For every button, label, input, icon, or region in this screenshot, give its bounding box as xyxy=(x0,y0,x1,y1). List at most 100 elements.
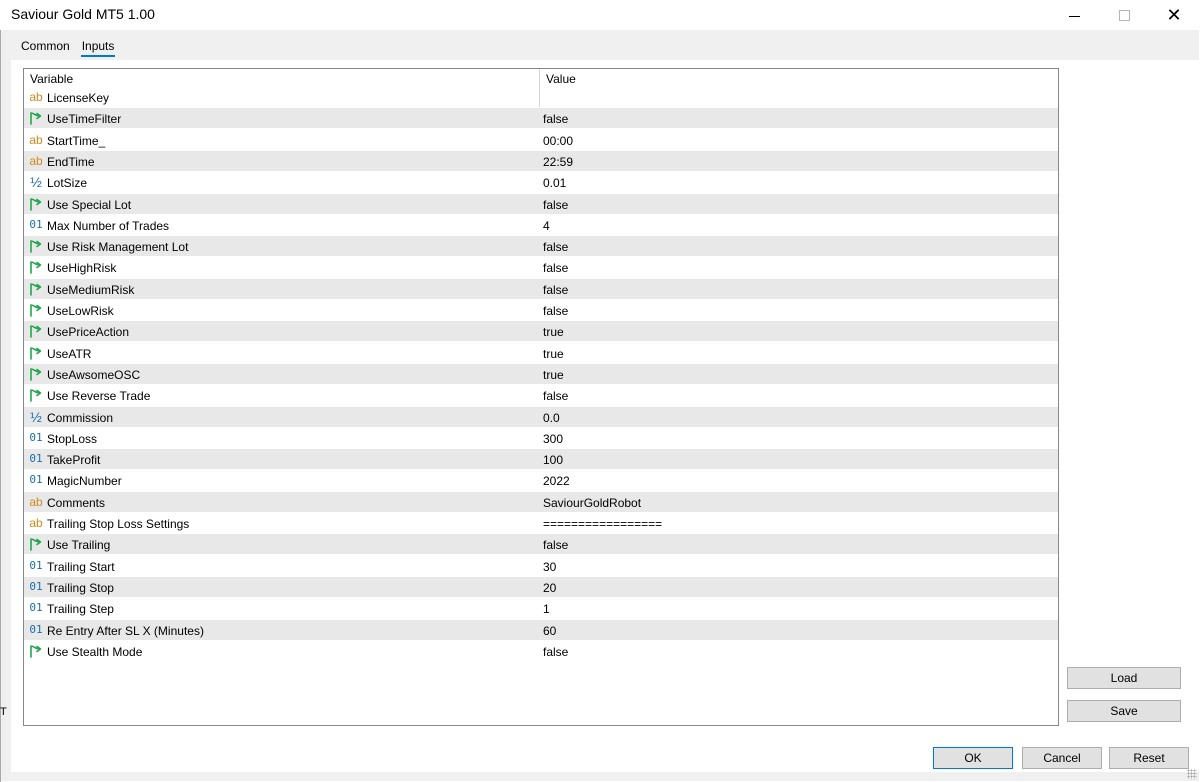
integer-type-icon: 01 xyxy=(29,601,43,615)
table-row[interactable]: 01 Trailing Start 30 xyxy=(24,556,1058,577)
table-row[interactable]: UseATR true xyxy=(24,343,1058,364)
table-row[interactable]: ½ LotSize 0.01 xyxy=(24,172,1058,194)
table-row[interactable]: UseHighRisk false xyxy=(24,257,1058,279)
variable-value[interactable]: 0.01 xyxy=(543,176,566,190)
variable-value[interactable]: 300 xyxy=(543,432,563,446)
integer-type-icon: 01 xyxy=(29,217,43,231)
table-row[interactable]: UseTimeFilter false xyxy=(24,108,1058,130)
bool-type-icon xyxy=(28,302,44,318)
variable-value[interactable]: 0.0 xyxy=(543,411,560,425)
close-button[interactable]: ✕ xyxy=(1151,0,1197,30)
variable-name: UsePriceAction xyxy=(47,325,130,340)
table-row[interactable]: 01 Re Entry After SL X (Minutes) 60 xyxy=(24,619,1058,641)
variable-name: UseATR xyxy=(47,346,92,361)
variable-name: Use Reverse Trade xyxy=(47,389,151,404)
variable-name: UseMediumRisk xyxy=(47,282,135,297)
variable-value[interactable]: false xyxy=(543,112,568,126)
variable-name: Use Special Lot xyxy=(47,197,132,212)
table-row[interactable]: 01 StopLoss 300 xyxy=(24,428,1058,449)
variable-value[interactable]: false xyxy=(543,538,568,552)
variable-value[interactable]: 60 xyxy=(543,624,556,638)
table-row[interactable]: Use Reverse Trade false xyxy=(24,385,1058,407)
inputs-grid[interactable]: Variable Value ab LicenseKey UseTimeFilter… xyxy=(23,68,1059,726)
variable-value[interactable]: false xyxy=(543,389,568,403)
variable-value[interactable]: false xyxy=(543,198,568,212)
table-row[interactable]: Use Trailing false xyxy=(24,534,1058,556)
variable-name: TakeProfit xyxy=(47,453,101,468)
variable-value[interactable]: 00:00 xyxy=(543,134,573,148)
integer-type-icon: 01 xyxy=(29,558,43,572)
minimize-button[interactable] xyxy=(1051,0,1097,30)
table-row[interactable]: Use Stealth Mode false xyxy=(24,641,1058,662)
table-row[interactable]: 01 Trailing Stop 20 xyxy=(24,576,1058,598)
variable-name: Use Risk Management Lot xyxy=(47,240,189,255)
window-title: Saviour Gold MT5 1.00 xyxy=(11,6,155,22)
table-row[interactable]: Use Special Lot false xyxy=(24,193,1058,215)
cancel-button[interactable]: Cancel xyxy=(1022,747,1102,769)
variable-value[interactable]: SaviourGoldRobot xyxy=(543,496,641,510)
variable-name: Comments xyxy=(47,495,106,510)
variable-value[interactable]: 4 xyxy=(543,219,550,233)
string-type-icon: ab xyxy=(29,153,43,168)
variable-value[interactable]: 1 xyxy=(543,602,550,616)
variable-value[interactable]: true xyxy=(543,347,564,361)
table-row[interactable]: ab Comments SaviourGoldRobot xyxy=(24,491,1058,513)
table-row[interactable]: UseAwsomeOSC true xyxy=(24,363,1058,385)
variable-name: Trailing Step xyxy=(47,602,114,617)
table-row[interactable]: ab StartTime_ 00:00 xyxy=(24,130,1058,151)
variable-value[interactable]: false xyxy=(543,283,568,297)
table-row[interactable]: UsePriceAction true xyxy=(24,321,1058,343)
variable-value[interactable]: 100 xyxy=(543,453,563,467)
table-row[interactable]: 01 MagicNumber 2022 xyxy=(24,470,1058,492)
table-row[interactable]: ½ Commission 0.0 xyxy=(24,406,1058,428)
variable-name: Trailing Stop xyxy=(47,580,114,595)
table-row[interactable]: Use Risk Management Lot false xyxy=(24,236,1058,258)
background-window-fragment: T xyxy=(0,706,7,718)
save-button[interactable]: Save xyxy=(1067,700,1181,722)
variable-value[interactable]: 30 xyxy=(543,560,556,574)
close-icon: ✕ xyxy=(1166,5,1182,25)
variable-name: Re Entry After SL X (Minutes) xyxy=(47,623,204,638)
variable-value[interactable]: false xyxy=(543,645,568,659)
variable-value[interactable]: true xyxy=(543,368,564,382)
variable-column-header[interactable]: Variable xyxy=(30,72,73,86)
variable-value[interactable]: 22:59 xyxy=(543,155,573,169)
variable-name: UseTimeFilter xyxy=(47,112,122,127)
table-row[interactable]: 01 Max Number of Trades 4 xyxy=(24,215,1058,236)
table-row[interactable]: ab LicenseKey xyxy=(24,87,1058,108)
bool-type-icon xyxy=(28,643,44,659)
minimize-icon xyxy=(1068,15,1080,17)
variable-value[interactable]: false xyxy=(543,304,568,318)
table-row[interactable]: ab EndTime 22:59 xyxy=(24,150,1058,172)
ok-button[interactable]: OK xyxy=(933,747,1013,769)
tab-common[interactable]: Common xyxy=(15,38,76,58)
variable-name: MagicNumber xyxy=(47,474,122,489)
double-type-icon: ½ xyxy=(30,174,42,191)
load-button[interactable]: Load xyxy=(1067,667,1181,689)
table-row[interactable]: 01 TakeProfit 100 xyxy=(24,449,1058,471)
variable-value[interactable]: true xyxy=(543,325,564,339)
inputs-panel: Variable Value ab LicenseKey UseTimeFilter… xyxy=(11,60,1199,772)
reset-button[interactable]: Reset xyxy=(1109,747,1189,769)
table-row[interactable]: ab Trailing Stop Loss Settings ===========… xyxy=(24,513,1058,534)
variable-name: UseLowRisk xyxy=(47,304,114,318)
bool-type-icon xyxy=(28,345,44,361)
string-type-icon: ab xyxy=(29,516,43,530)
string-type-icon: ab xyxy=(29,90,43,104)
dialog-client-area: Common Inputs Variable Value ab LicenseKe… xyxy=(1,30,1199,781)
maximize-button[interactable] xyxy=(1101,0,1147,30)
variable-value[interactable]: ================= xyxy=(543,517,662,531)
value-column-header[interactable]: Value xyxy=(546,72,576,86)
variable-value[interactable]: 2022 xyxy=(543,474,570,488)
variable-value[interactable]: false xyxy=(543,240,568,254)
variable-name: LotSize xyxy=(47,176,88,191)
table-row[interactable]: 01 Trailing Step 1 xyxy=(24,598,1058,620)
variable-value[interactable]: 20 xyxy=(543,581,556,595)
resize-grip[interactable] xyxy=(1187,769,1197,779)
bool-type-icon xyxy=(28,536,44,552)
table-row[interactable]: UseMediumRisk false xyxy=(24,278,1058,300)
table-row[interactable]: UseLowRisk false xyxy=(24,300,1058,321)
tab-inputs[interactable]: Inputs xyxy=(76,38,121,58)
variable-value[interactable]: false xyxy=(543,261,568,275)
integer-type-icon: 01 xyxy=(29,579,43,593)
